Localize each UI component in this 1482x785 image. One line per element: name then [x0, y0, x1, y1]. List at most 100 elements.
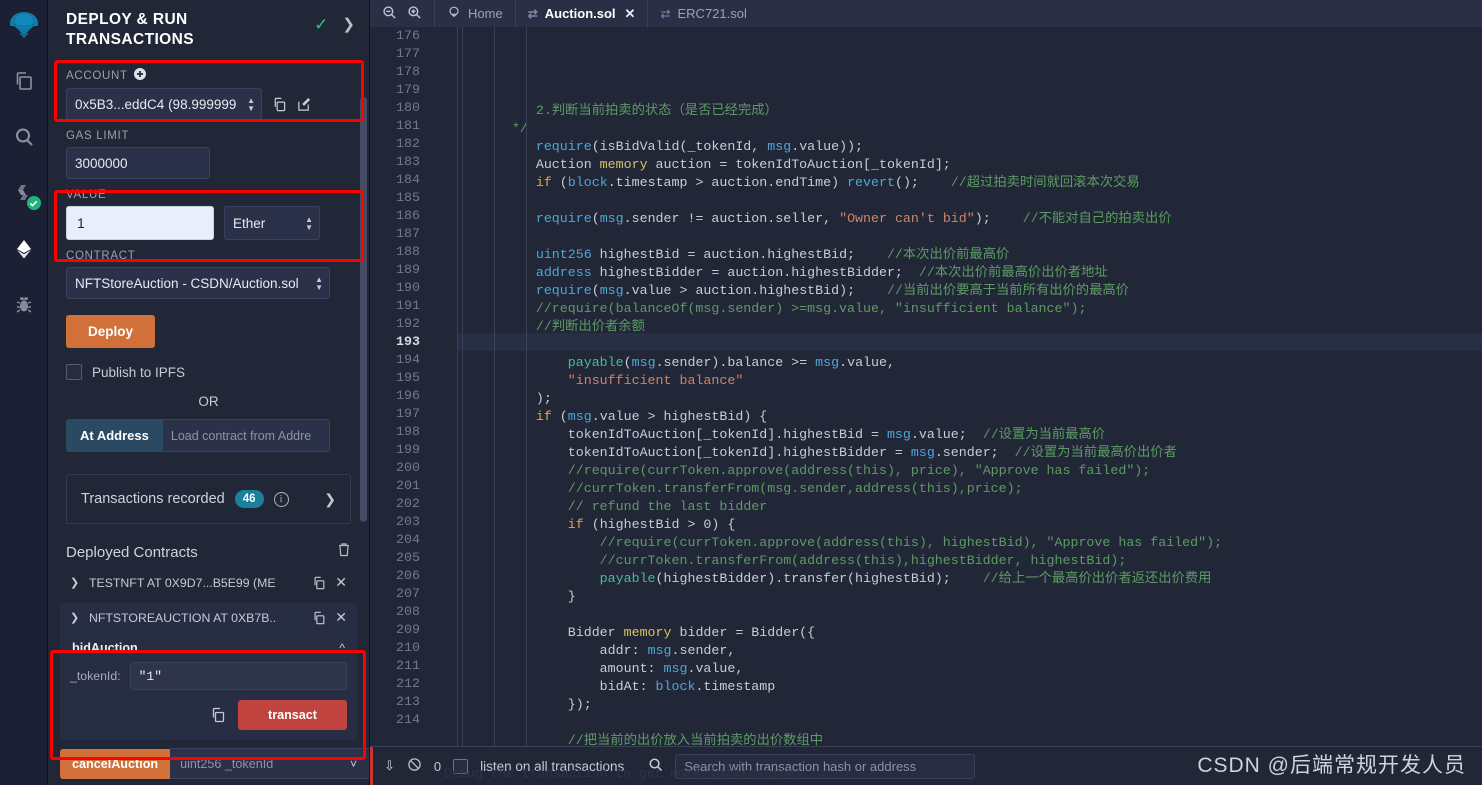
chevron-down-icon[interactable]: ❯ [70, 611, 80, 624]
code-line[interactable]: tokenIdToAuction[_tokenId].highestBidder… [472, 444, 1482, 462]
code-line[interactable]: payable(highestBidder).transfer(highestB… [472, 570, 1482, 588]
file-explorer-icon[interactable] [1, 58, 47, 104]
cancelauction-button[interactable]: cancelAuction [60, 748, 171, 779]
code-line[interactable]: uint256 highestBid = auction.highestBid;… [472, 246, 1482, 264]
deploy-run-icon[interactable] [1, 226, 47, 272]
code-line[interactable]: require(msg.sender != auction.seller, "O… [472, 210, 1482, 228]
code-line[interactable]: //currToken.transferFrom(msg.sender,addr… [472, 480, 1482, 498]
zoom-out-icon[interactable] [382, 5, 397, 23]
info-icon[interactable]: i [273, 491, 289, 507]
spinner-arrows-icon[interactable]: ▲ ▼ [247, 96, 255, 112]
tab-erc721-sol[interactable]: ⇄ ERC721.sol [647, 0, 758, 27]
code-line[interactable]: //把当前的出价放入当前拍卖的出价数组中 [472, 732, 1482, 746]
at-address-input[interactable]: Load contract from Addre [162, 419, 330, 452]
code-line[interactable]: if (highestBid > 0) { [472, 516, 1482, 534]
edit-icon[interactable] [297, 97, 312, 112]
code-line[interactable]: 2.判断当前拍卖的状态（是否已经完成） [472, 102, 1482, 120]
plus-icon[interactable] [133, 68, 146, 83]
chevrons-down-icon[interactable]: ⇩ [384, 758, 395, 774]
account-select[interactable]: 0x5B3...eddC4 (98.999999 ▲ ▼ [66, 88, 262, 120]
code-line[interactable]: //currToken.transferFrom(address(this),h… [472, 552, 1482, 570]
cancelauction-input[interactable]: uint256 _tokenId [170, 748, 369, 779]
publish-ipfs-row[interactable]: Publish to IPFS [66, 364, 351, 380]
code-line[interactable]: bidAt: block.timestamp [472, 678, 1482, 696]
code-line[interactable]: addr: msg.sender, [472, 642, 1482, 660]
code-line[interactable]: // refund the last bidder [472, 498, 1482, 516]
code-line[interactable]: } [472, 588, 1482, 606]
code-line[interactable]: amount: msg.value, [472, 660, 1482, 678]
copy-icon[interactable] [210, 707, 226, 723]
publish-ipfs-checkbox[interactable] [66, 364, 82, 380]
deploy-button[interactable]: Deploy [66, 315, 156, 348]
code-line[interactable]: */ [472, 120, 1482, 138]
code-line[interactable]: if (msg.value > highestBid) { [472, 408, 1482, 426]
code-line[interactable] [472, 714, 1482, 732]
tokenid-input[interactable]: "1" [129, 662, 347, 690]
trash-icon[interactable] [337, 542, 351, 562]
function-card-header[interactable]: bidAuction ^ [70, 638, 347, 662]
code-line[interactable] [472, 228, 1482, 246]
transact-button[interactable]: transact [238, 700, 347, 730]
value-unit-select[interactable]: Ether ▲ ▼ [224, 206, 320, 240]
zoom-in-icon[interactable] [407, 5, 422, 23]
value-input[interactable]: 1 [66, 206, 214, 240]
chevron-right-icon[interactable]: ❯ [70, 576, 80, 589]
chevron-right-icon[interactable]: ❯ [324, 491, 336, 508]
code-line[interactable]: require(isBidValid(_tokenId, msg.value))… [472, 138, 1482, 156]
spinner-arrows-icon[interactable]: ▲ ▼ [305, 215, 313, 231]
deployed-contract-row[interactable]: ❯ NFTSTOREAUCTION AT 0XB7B.. ✕ [60, 603, 357, 632]
code-line[interactable]: //require(balanceOf(msg.sender) >=msg.va… [472, 300, 1482, 318]
remix-home-icon [447, 5, 461, 22]
code-line[interactable]: ); [472, 390, 1482, 408]
line-number: 200 [396, 460, 420, 475]
tab-home[interactable]: Home [434, 0, 515, 27]
close-icon[interactable]: ✕ [625, 6, 636, 22]
code-line[interactable] [472, 606, 1482, 624]
debugger-icon[interactable] [1, 282, 47, 328]
code-fold-column[interactable] [432, 27, 458, 746]
publish-ipfs-label: Publish to IPFS [92, 364, 186, 380]
deploy-run-panel: DEPLOY & RUN TRANSACTIONS ✓ ❯ ACCOUNT 0x… [48, 0, 370, 785]
code-line[interactable]: "insufficient balance" [472, 372, 1482, 390]
function-actions: transact [70, 700, 347, 730]
code-content[interactable]: 2.判断当前拍卖的状态（是否已经完成） */ require(isBidVali… [458, 27, 1482, 746]
deployed-contracts-header: Deployed Contracts [66, 542, 351, 562]
copy-icon[interactable] [272, 97, 287, 112]
solidity-compiler-icon[interactable] [1, 170, 47, 216]
copy-icon[interactable] [312, 576, 326, 590]
gas-limit-input[interactable]: 3000000 [66, 147, 210, 179]
code-line[interactable]: //require(currToken.approve(address(this… [472, 534, 1482, 552]
deployed-contract-row[interactable]: ❯ TESTNFT AT 0X9D7...B5E99 (ME ✕ [60, 568, 357, 597]
code-line[interactable] [472, 192, 1482, 210]
code-line[interactable]: address highestBidder = auction.highestB… [472, 264, 1482, 282]
function-card-bidauction: bidAuction ^ _tokenId: "1" transact [60, 632, 357, 740]
line-number: 177 [396, 46, 420, 61]
code-line[interactable]: }); [472, 696, 1482, 714]
panel-header: DEPLOY & RUN TRANSACTIONS ✓ ❯ [48, 0, 369, 58]
tab-auction-sol[interactable]: ⇄ Auction.sol ✕ [514, 0, 648, 27]
chevron-up-icon[interactable]: ^ [339, 641, 345, 655]
close-icon[interactable]: ✕ [335, 609, 347, 626]
code-line[interactable]: payable(msg.sender).balance >= msg.value… [472, 354, 1482, 372]
contract-select[interactable]: NFTStoreAuction - CSDN/Auction.sol ▲ ▼ [66, 267, 330, 299]
spinner-arrows-icon[interactable]: ▲ ▼ [315, 275, 323, 291]
code-editor[interactable]: 176 177 178 179 180 181 182 183 184 185 186 187 188 1… [370, 27, 1482, 746]
code-line[interactable]: require(msg.value > auction.highestBid);… [472, 282, 1482, 300]
at-address-button[interactable]: At Address [66, 419, 163, 452]
chevron-down-icon[interactable]: ˅ [350, 757, 357, 771]
line-number: 211 [396, 658, 420, 673]
ban-icon[interactable] [407, 757, 422, 775]
check-icon[interactable]: ✓ [314, 16, 328, 33]
transactions-recorded-bar[interactable]: Transactions recorded 46 i ❯ [66, 474, 351, 524]
panel-scrollbar[interactable] [360, 97, 367, 522]
code-line[interactable]: Auction memory auction = tokenIdToAuctio… [472, 156, 1482, 174]
code-line[interactable]: tokenIdToAuction[_tokenId].highestBid = … [472, 426, 1482, 444]
chevron-right-icon[interactable]: ❯ [342, 17, 355, 32]
copy-icon[interactable] [312, 611, 326, 625]
contract-value: NFTStoreAuction - CSDN/Auction.sol [75, 275, 299, 291]
code-line[interactable]: if (block.timestamp > auction.endTime) r… [472, 174, 1482, 192]
code-line[interactable]: //require(currToken.approve(address(this… [472, 462, 1482, 480]
search-icon[interactable] [1, 114, 47, 160]
close-icon[interactable]: ✕ [335, 574, 347, 591]
code-line[interactable]: Bidder memory bidder = Bidder({ [472, 624, 1482, 642]
